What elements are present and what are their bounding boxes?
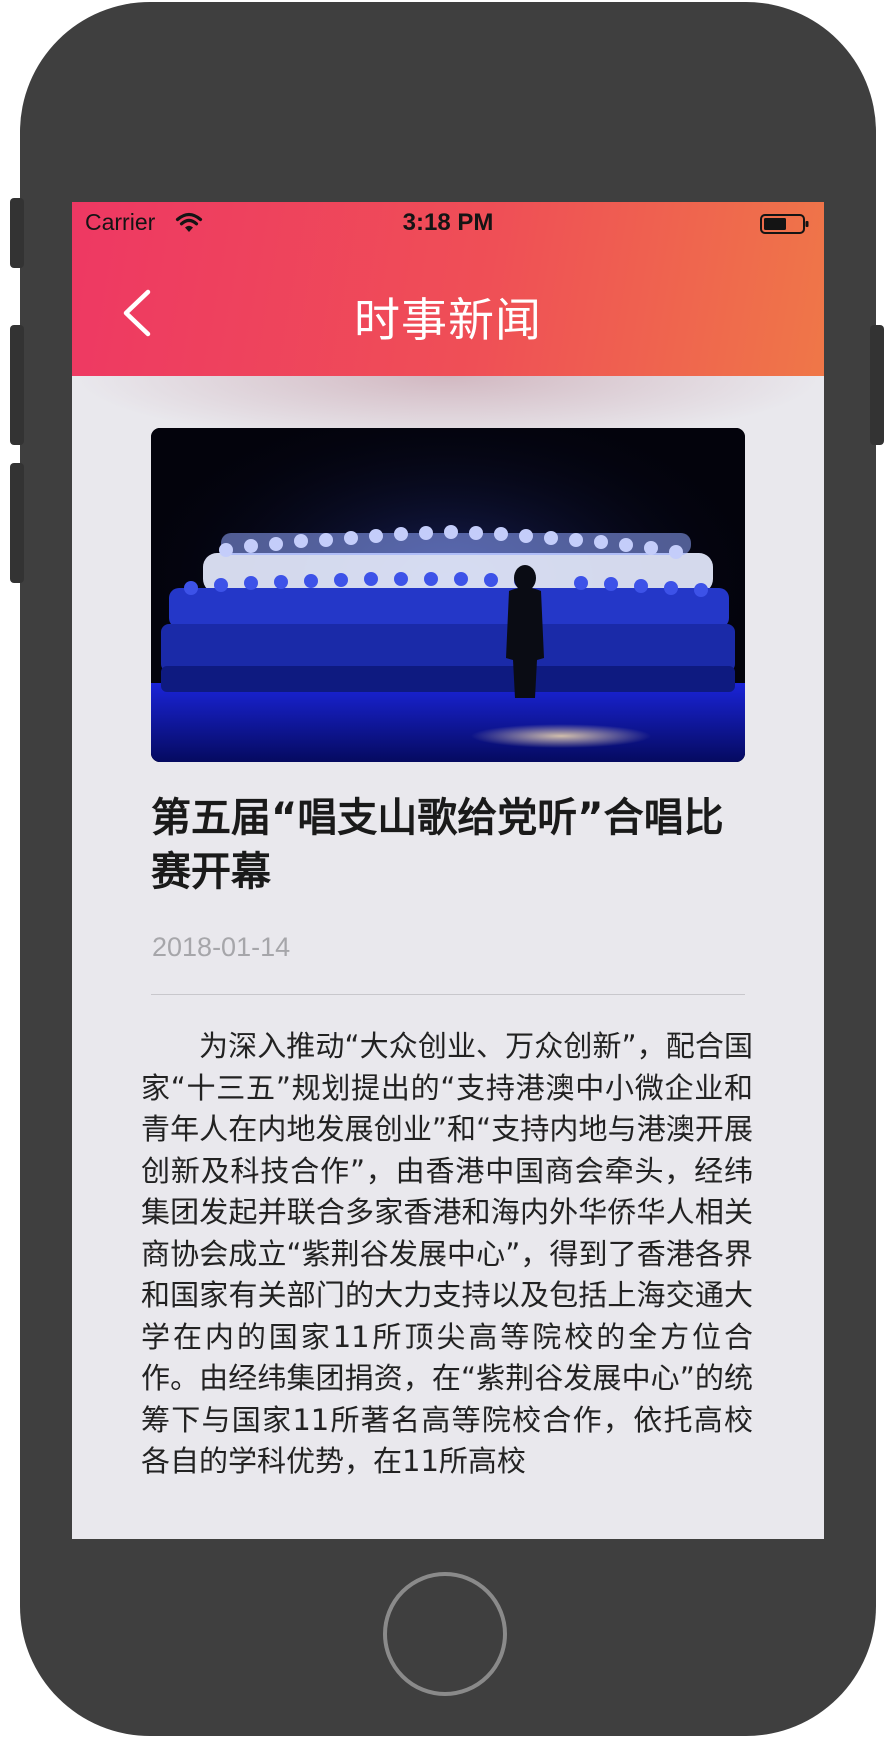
header: Carrier 3:18 PM 时事新闻	[72, 202, 824, 376]
article-title: 第五届“唱支山歌给党听”合唱比赛开幕	[151, 795, 724, 895]
volume-down-button	[10, 463, 24, 583]
home-button[interactable]	[383, 1572, 507, 1696]
status-time: 3:18 PM	[402, 209, 494, 236]
status-bar: Carrier 3:18 PM	[72, 202, 824, 246]
mute-switch	[10, 198, 24, 268]
screen: Carrier 3:18 PM 时事新闻 第五届“唱支山歌给党听”合唱比赛开幕 …	[72, 202, 824, 1539]
article-date: 2018-01-14	[152, 932, 291, 962]
divider	[151, 994, 745, 995]
article-content: 第五届“唱支山歌给党听”合唱比赛开幕 2018-01-14 为深入推动“大众创业…	[72, 376, 824, 1539]
power-button	[870, 325, 884, 445]
article-body: 为深入推动“大众创业、万众创新”，配合国家“十三五”规划提出的“支持港澳中小微企…	[141, 1029, 753, 1478]
page-title: 时事新闻	[354, 293, 542, 347]
nav-bar: 时事新闻	[72, 246, 824, 376]
battery-icon	[760, 213, 810, 235]
article-hero-image	[151, 428, 745, 762]
volume-up-button	[10, 325, 24, 445]
